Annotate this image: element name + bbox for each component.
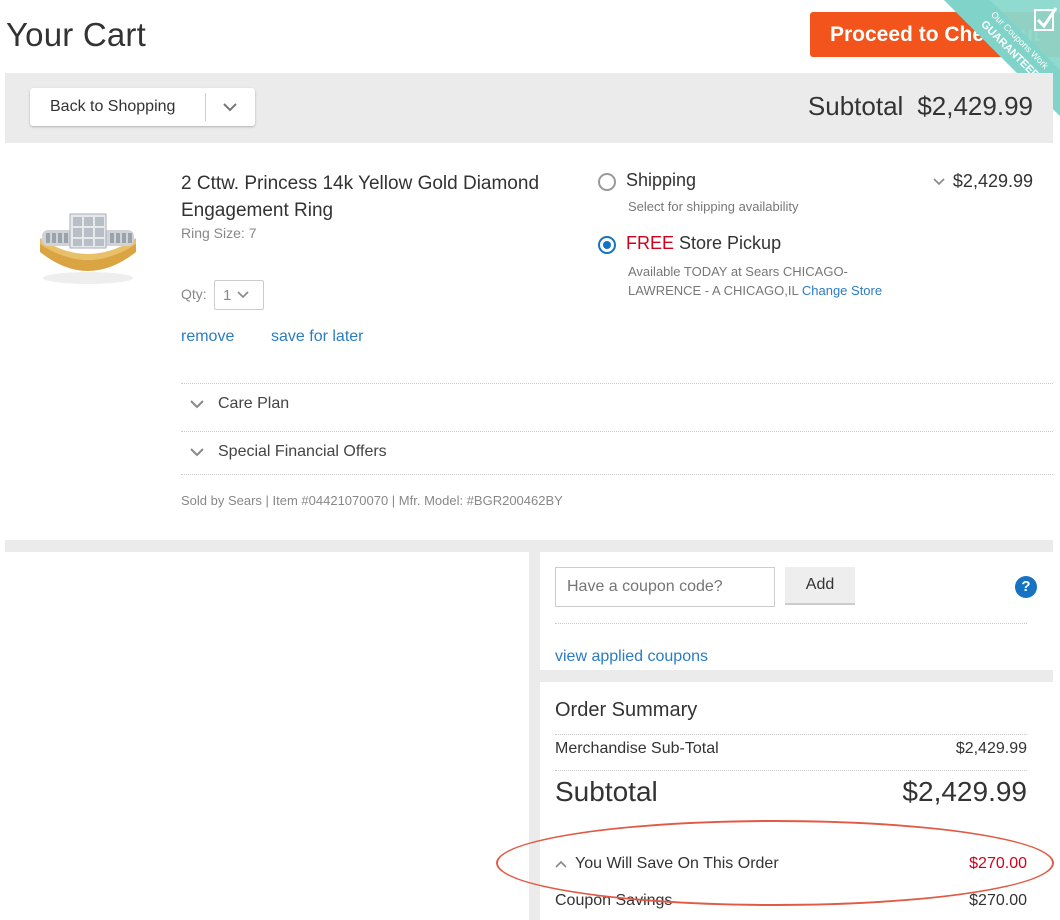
store-pickup-text: Store Pickup (679, 233, 782, 253)
divider (555, 770, 1027, 771)
savings-value: $270.00 (969, 855, 1027, 872)
change-store-link[interactable]: Change Store (802, 283, 882, 298)
coupon-savings-row: Coupon Savings $270.00 (555, 892, 1027, 910)
chevron-down-icon (237, 291, 249, 299)
coupon-savings-label: Coupon Savings (555, 892, 673, 909)
store-pickup-label[interactable]: FREE Store Pickup (626, 233, 781, 254)
item-price: $2,429.99 (933, 171, 1033, 192)
care-plan-label: Care Plan (218, 395, 290, 412)
divider (181, 431, 1053, 432)
subtotal-row: Subtotal $2,429.99 (555, 776, 1027, 808)
ring-size: Ring Size: 7 (181, 225, 257, 241)
chevron-down-icon (190, 447, 204, 456)
subtotal-label: Subtotal (555, 776, 658, 807)
save-for-later-link[interactable]: save for later (271, 328, 363, 346)
remove-link[interactable]: remove (181, 328, 234, 346)
divider (181, 474, 1053, 475)
coupon-code-input[interactable] (555, 567, 775, 607)
page-title: Your Cart (6, 16, 146, 53)
divider (555, 734, 1027, 735)
chevron-down-icon[interactable] (933, 177, 945, 186)
special-financial-offers-label: Special Financial Offers (218, 443, 387, 460)
coupon-savings-value: $270.00 (969, 892, 1027, 909)
add-coupon-button[interactable]: Add (785, 567, 855, 605)
care-plan-toggle[interactable]: Care Plan (190, 395, 289, 413)
merchandise-subtotal-row: Merchandise Sub-Total $2,429.99 (555, 740, 1027, 758)
savings-label: You Will Save On This Order (555, 855, 779, 873)
savings-label-text: You Will Save On This Order (575, 855, 779, 872)
shipping-subtext: Select for shipping availability (628, 199, 799, 214)
back-to-shopping-label: Back to Shopping (50, 98, 176, 115)
item-meta: Sold by Sears | Item #04421070070 | Mfr.… (181, 493, 563, 508)
divider (181, 383, 1053, 384)
merchandise-subtotal-value: $2,429.99 (955, 740, 1027, 757)
chevron-down-icon (190, 399, 204, 408)
top-subtotal-label: Subtotal (807, 91, 904, 121)
cart-top-bar: Back to Shopping Subtotal $2,429.99 (5, 73, 1053, 143)
quantity-value: 1 (223, 286, 232, 304)
special-financial-offers-toggle[interactable]: Special Financial Offers (190, 443, 387, 461)
chevron-up-icon (555, 860, 567, 868)
order-summary-title: Order Summary (555, 699, 698, 721)
chevron-down-icon[interactable] (206, 102, 254, 112)
merchandise-subtotal-label: Merchandise Sub-Total (555, 740, 719, 757)
product-image[interactable] (30, 200, 145, 290)
qty-label: Qty: (181, 286, 207, 302)
store-pickup-radio[interactable] (598, 236, 616, 254)
item-price-value: $2,429.99 (952, 171, 1033, 191)
left-panel (5, 552, 529, 920)
back-to-shopping-button[interactable]: Back to Shopping (30, 88, 255, 126)
order-summary-panel: Order Summary Merchandise Sub-Total $2,4… (540, 682, 1053, 920)
subtotal-value: $2,429.99 (902, 776, 1027, 807)
shipping-label[interactable]: Shipping (626, 170, 696, 191)
free-badge: FREE (626, 233, 675, 253)
top-subtotal-value: $2,429.99 (917, 91, 1033, 121)
cart-summary-area: Add ? view applied coupons Order Summary… (5, 540, 1053, 920)
quantity-select[interactable]: 1 (214, 280, 264, 310)
top-subtotal: Subtotal $2,429.99 (808, 91, 1033, 122)
divider (555, 623, 1027, 624)
shipping-radio[interactable] (598, 173, 616, 191)
pickup-availability: Available TODAY at Sears CHICAGO-LAWRENC… (628, 262, 918, 300)
view-applied-coupons-link[interactable]: view applied coupons (555, 648, 708, 666)
savings-toggle-row[interactable]: You Will Save On This Order $270.00 (555, 855, 1027, 873)
help-icon[interactable]: ? (1015, 576, 1037, 598)
product-name[interactable]: 2 Cttw. Princess 14k Yellow Gold Diamond… (181, 170, 541, 224)
coupon-panel: Add ? view applied coupons (540, 552, 1053, 670)
